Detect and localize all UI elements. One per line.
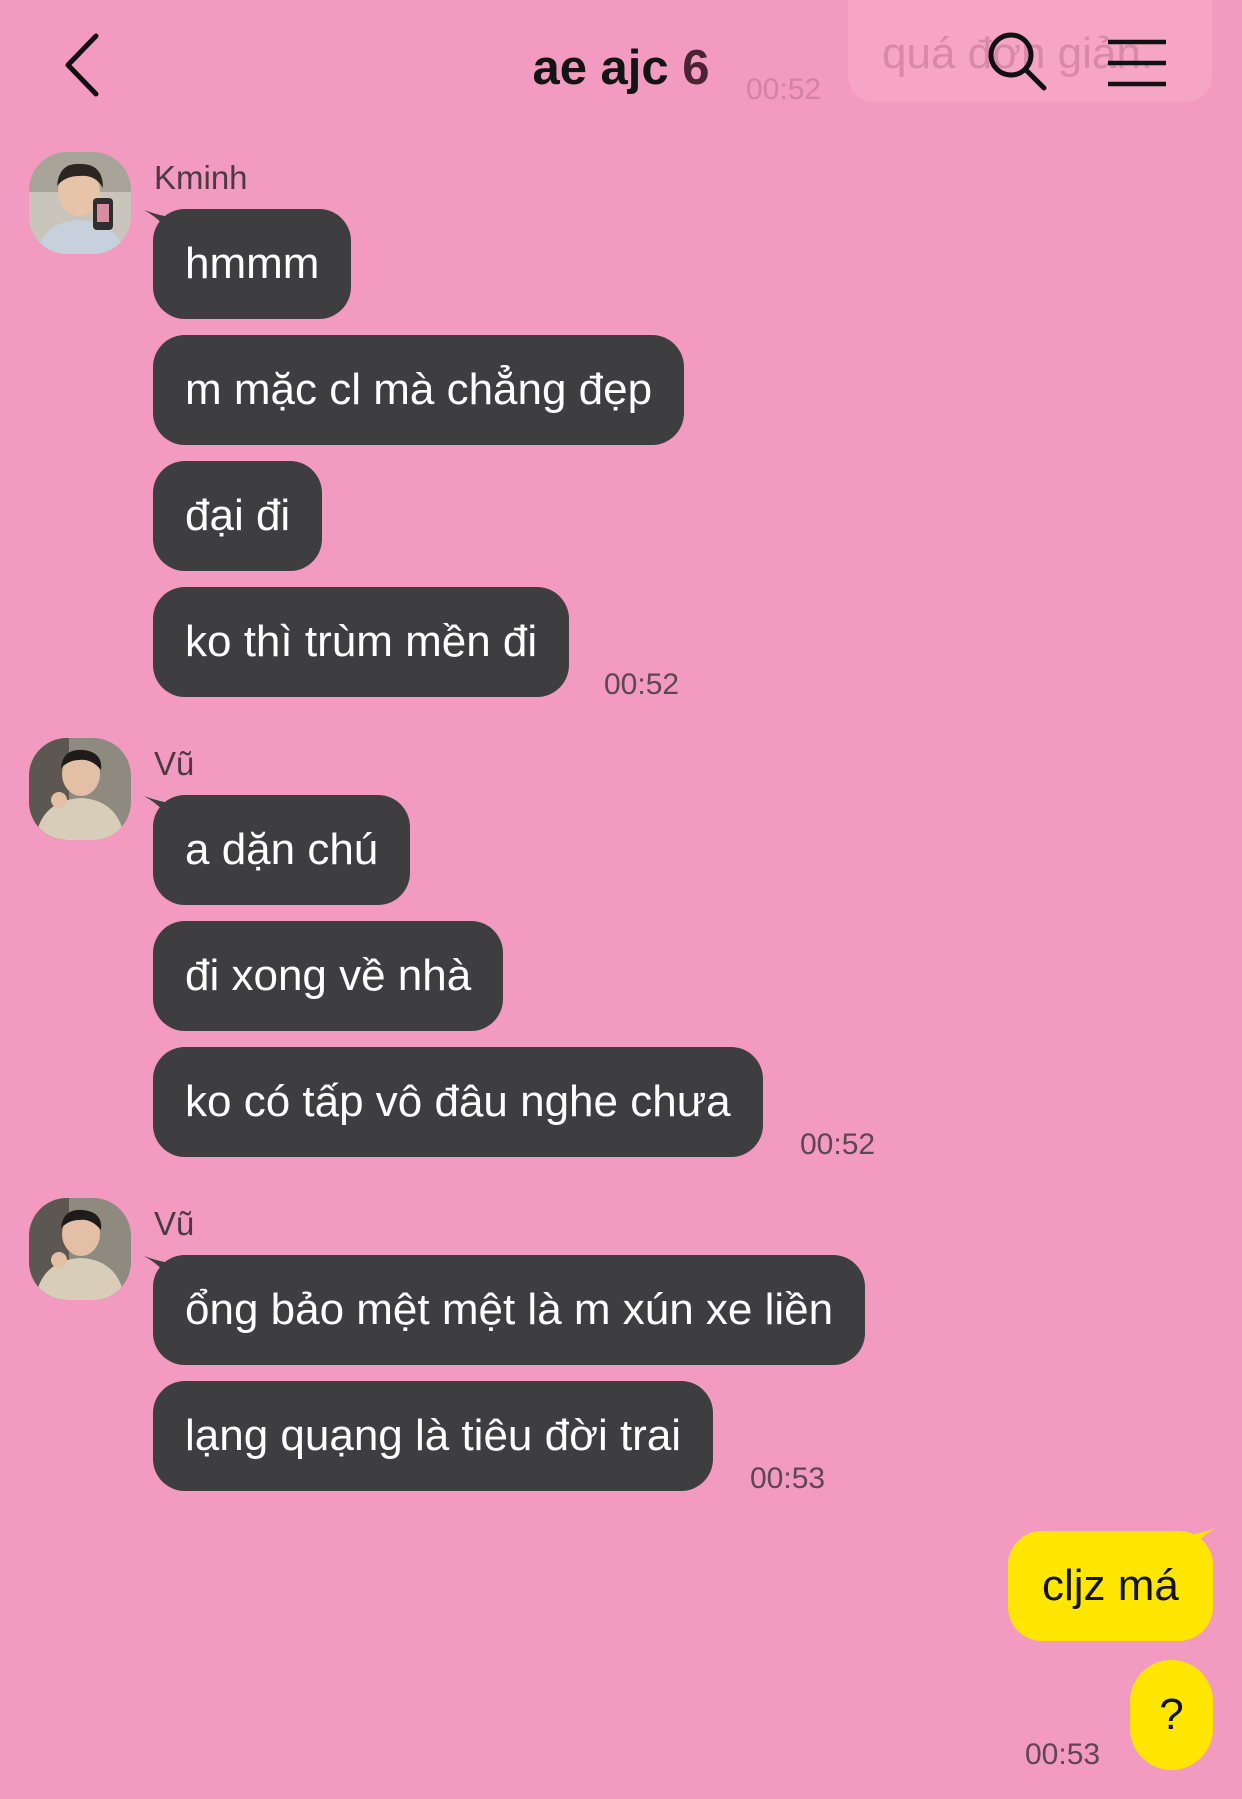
sender-name: Vũ — [154, 1205, 195, 1242]
avatar-photo — [29, 738, 131, 840]
avatar-vu[interactable] — [29, 1198, 131, 1300]
message-time: 00:52 — [604, 668, 680, 701]
sender-name: Kminh — [154, 159, 248, 196]
avatar-vu[interactable] — [29, 738, 131, 840]
chat-title[interactable]: ae ajc 6 — [0, 40, 1242, 96]
message-bubble[interactable]: lạng quạng là tiêu đời trai — [153, 1381, 714, 1491]
message-bubble[interactable]: đi xong về nhà — [153, 921, 504, 1031]
message-time: 00:53 — [1025, 1738, 1101, 1771]
message-bubble[interactable]: a dặn chú — [153, 795, 411, 905]
sender-name: Vũ — [154, 745, 195, 782]
chat-name: ae ajc — [532, 41, 669, 95]
member-count: 6 — [682, 41, 710, 95]
menu-icon — [1108, 39, 1166, 87]
search-button[interactable] — [984, 28, 1050, 94]
message-time: 00:53 — [750, 1462, 826, 1495]
my-message-bubble[interactable]: ? — [1130, 1660, 1213, 1770]
chat-header: quá đơn giản. 00:52 ae ajc 6 — [0, 0, 1242, 130]
search-icon — [988, 32, 1047, 91]
message-bubble[interactable]: ko có tấp vô đâu nghe chưa — [153, 1047, 763, 1157]
avatar-kminh[interactable] — [29, 152, 131, 254]
avatar-photo — [29, 152, 131, 254]
avatar-photo — [29, 1198, 131, 1300]
message-bubble[interactable]: m mặc cl mà chẳng đẹp — [153, 335, 685, 445]
message-bubble[interactable]: hmmm — [153, 209, 352, 319]
message-time: 00:52 — [800, 1128, 876, 1161]
menu-button[interactable] — [1104, 38, 1170, 88]
my-message-bubble[interactable]: cljz má — [1008, 1531, 1213, 1641]
message-bubble[interactable]: đại đi — [153, 461, 323, 571]
message-bubble[interactable]: ổng bảo mệt mệt là m xún xe liền — [153, 1255, 866, 1365]
message-bubble[interactable]: ko thì trùm mền đi — [153, 587, 570, 697]
